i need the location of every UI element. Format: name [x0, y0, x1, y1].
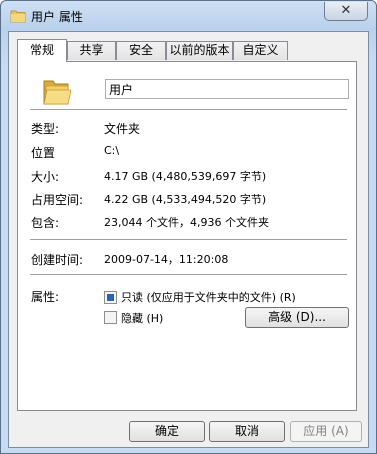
readonly-label[interactable]: 只读 (仅应用于文件夹中的文件) (R): [121, 289, 296, 305]
hidden-label[interactable]: 隐藏 (H): [121, 310, 163, 326]
general-tab-panel: 类型: 文件夹 位置 C:\ 大小: 4.17 GB (4,480,539,69…: [17, 61, 357, 411]
folder-large-icon: [43, 80, 71, 105]
disk-size-value: 4.22 GB (4,533,494,520 字节): [104, 193, 267, 206]
type-label: 类型:: [31, 122, 60, 136]
contains-value: 23,044 个文件，4,936 个文件夹: [104, 216, 269, 229]
separator: [30, 239, 347, 240]
contains-label: 包含:: [31, 216, 60, 230]
location-value: C:\: [104, 144, 120, 157]
ok-button[interactable]: 确定: [129, 421, 205, 442]
location-label: 位置: [31, 146, 56, 160]
tab-customize[interactable]: 自定义: [233, 41, 288, 60]
tab-previous-versions[interactable]: 以前的版本: [166, 41, 233, 60]
type-value: 文件夹: [104, 122, 141, 136]
title-bar[interactable]: 用户 属性 ✕: [1, 1, 376, 31]
attributes-label: 属性:: [31, 290, 60, 304]
cancel-button[interactable]: 取消: [209, 421, 285, 442]
window-title: 用户 属性: [31, 10, 83, 24]
tab-general[interactable]: 常规: [17, 39, 67, 62]
hidden-checkbox[interactable]: [104, 311, 117, 324]
tab-sharing[interactable]: 共享: [67, 41, 116, 60]
tab-security[interactable]: 安全: [116, 41, 166, 60]
apply-button[interactable]: 应用 (A): [290, 421, 362, 442]
dialog-client-area: 常规 共享 安全 以前的版本 自定义 类型: 文件夹 位置 C:\ 大小: 4.…: [8, 31, 369, 448]
properties-window: 用户 属性 ✕ 常规 共享 安全 以前的版本 自定义 类型: 文件夹 位置 C:…: [0, 0, 377, 454]
readonly-checkbox[interactable]: [104, 291, 117, 304]
disk-size-label: 占用空间:: [31, 193, 84, 207]
close-button[interactable]: ✕: [324, 2, 368, 21]
created-label: 创建时间:: [31, 253, 84, 267]
separator: [30, 274, 347, 275]
folder-icon: [10, 10, 26, 23]
size-label: 大小:: [31, 170, 60, 184]
folder-name-input[interactable]: [105, 79, 349, 99]
created-value: 2009-07-14，11:20:08: [104, 253, 229, 266]
size-value: 4.17 GB (4,480,539,697 字节): [104, 170, 267, 183]
separator: [30, 109, 347, 110]
advanced-button[interactable]: 高级 (D)...: [245, 307, 349, 328]
